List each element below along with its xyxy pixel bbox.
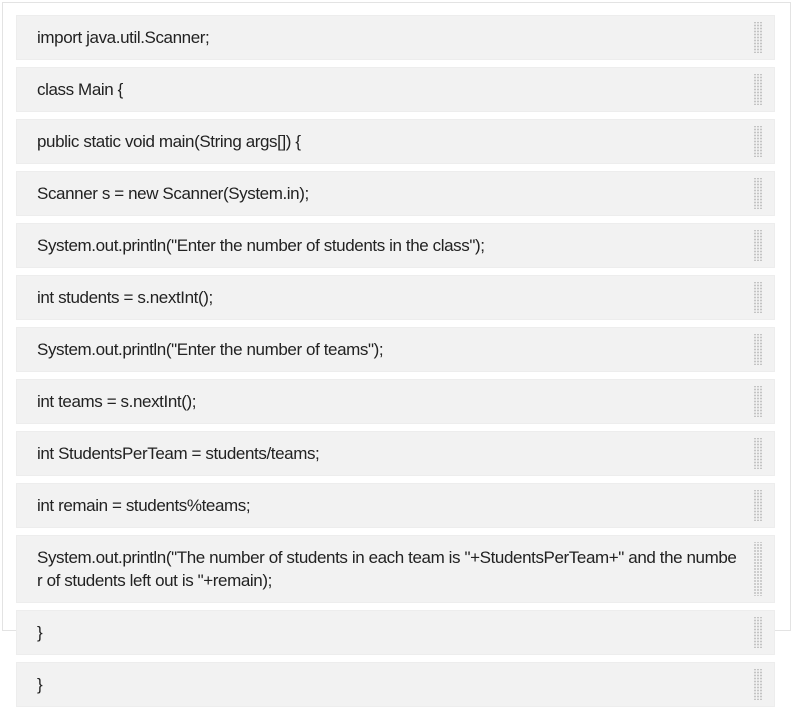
code-line-item[interactable]: Scanner s = new Scanner(System.in); xyxy=(16,171,775,216)
code-line-list: import java.util.Scanner; class Main { p… xyxy=(16,15,775,714)
code-line-item[interactable]: System.out.println("Enter the number of … xyxy=(16,327,775,372)
drag-handle-icon[interactable] xyxy=(754,617,762,648)
drag-handle-icon[interactable] xyxy=(754,74,762,105)
code-line-item[interactable]: } xyxy=(16,610,775,655)
drag-handle-icon[interactable] xyxy=(754,22,762,53)
drag-handle-icon[interactable] xyxy=(754,230,762,261)
code-line-text: System.out.println("Enter the number of … xyxy=(37,236,485,255)
code-line-item[interactable]: } xyxy=(16,662,775,707)
drag-handle-icon[interactable] xyxy=(754,386,762,417)
code-line-text: import java.util.Scanner; xyxy=(37,28,210,47)
code-line-text: public static void main(String args[]) { xyxy=(37,132,301,151)
drag-handle-icon[interactable] xyxy=(754,334,762,365)
code-line-text: System.out.println("The number of studen… xyxy=(37,548,737,590)
drag-handle-icon[interactable] xyxy=(754,282,762,313)
code-line-item[interactable]: System.out.println("The number of studen… xyxy=(16,535,775,603)
code-line-text: class Main { xyxy=(37,80,123,99)
code-line-item[interactable]: import java.util.Scanner; xyxy=(16,15,775,60)
code-line-item[interactable]: int students = s.nextInt(); xyxy=(16,275,775,320)
code-line-item[interactable]: System.out.println("Enter the number of … xyxy=(16,223,775,268)
code-line-text: int teams = s.nextInt(); xyxy=(37,392,197,411)
drag-handle-icon[interactable] xyxy=(754,669,762,700)
code-line-text: int StudentsPerTeam = students/teams; xyxy=(37,444,320,463)
code-line-item[interactable]: int teams = s.nextInt(); xyxy=(16,379,775,424)
code-line-item[interactable]: class Main { xyxy=(16,67,775,112)
drag-handle-icon[interactable] xyxy=(754,542,762,596)
code-line-text: } xyxy=(37,675,43,694)
code-line-text: Scanner s = new Scanner(System.in); xyxy=(37,184,309,203)
code-line-text: int remain = students%teams; xyxy=(37,496,251,515)
drag-handle-icon[interactable] xyxy=(754,126,762,157)
drag-handle-icon[interactable] xyxy=(754,178,762,209)
drag-handle-icon[interactable] xyxy=(754,490,762,521)
code-reorder-panel: import java.util.Scanner; class Main { p… xyxy=(2,2,791,707)
code-line-item[interactable]: public static void main(String args[]) { xyxy=(16,119,775,164)
code-line-text: } xyxy=(37,623,43,642)
code-line-item[interactable]: int StudentsPerTeam = students/teams; xyxy=(16,431,775,476)
code-line-text: int students = s.nextInt(); xyxy=(37,288,213,307)
drag-handle-icon[interactable] xyxy=(754,438,762,469)
code-line-text: System.out.println("Enter the number of … xyxy=(37,340,384,359)
code-line-item[interactable]: int remain = students%teams; xyxy=(16,483,775,528)
